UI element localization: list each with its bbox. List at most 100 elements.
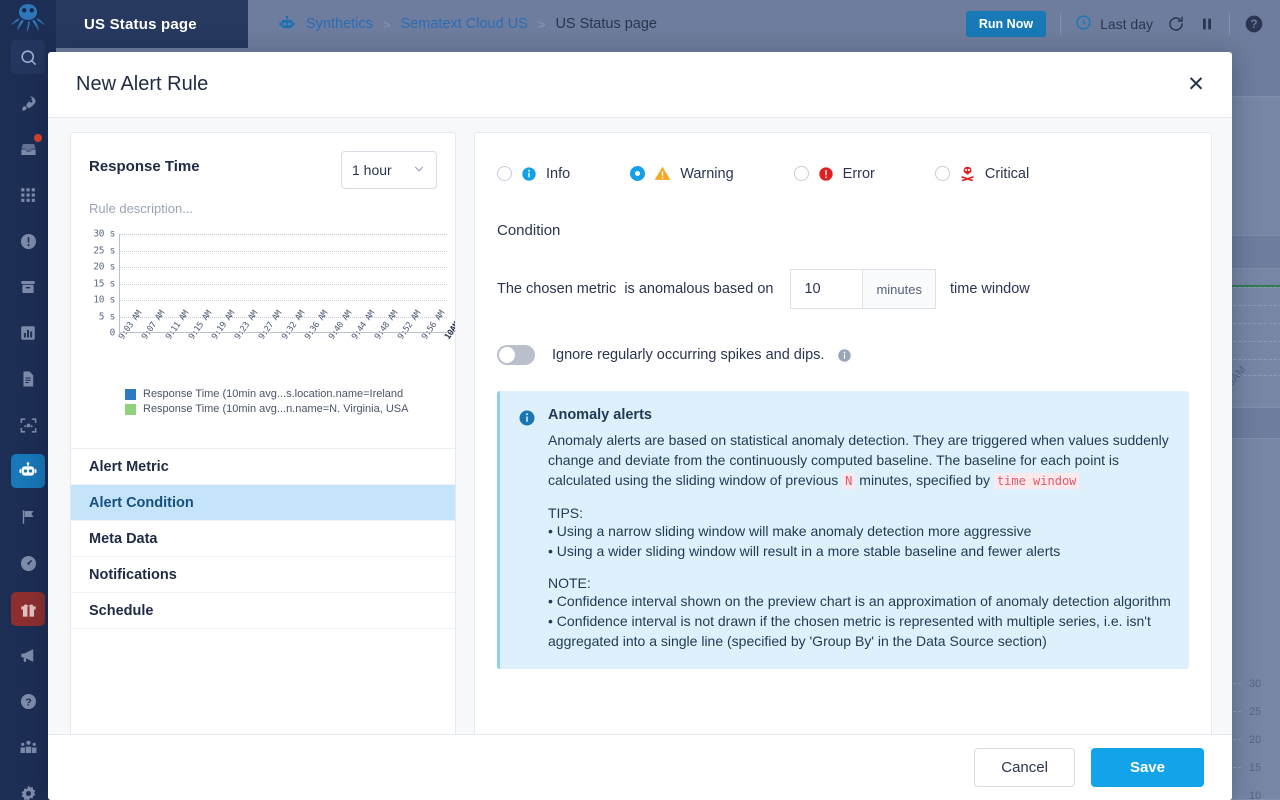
notification-badge [34,134,42,142]
condition-suffix-label: time window [950,281,1030,297]
chart-y-tick: 20 s [93,261,115,273]
refresh-button[interactable] [1167,15,1185,33]
severity-option-critical[interactable]: Critical [934,165,1029,182]
sidebar-item-reports[interactable] [11,316,45,350]
sidebar-item-synthetics[interactable] [11,454,45,488]
radio-info[interactable] [497,166,512,181]
error-circle-icon [818,166,834,182]
bar-chart-icon [19,324,37,342]
octopus-logo-icon[interactable] [0,0,56,34]
megaphone-icon [19,646,38,665]
robot-icon [278,15,296,33]
grid-apps-icon [19,186,37,204]
severity-label: Error [842,165,875,182]
sidebar-item-experience[interactable] [11,546,45,580]
info-box-paragraph: Anomaly alerts are based on statistical … [548,430,1171,491]
tip-item: • Using a wider sliding window will resu… [548,543,1061,559]
app-title: US Status page [56,0,248,48]
rule-section-schedule[interactable]: Schedule [71,593,455,629]
condition-section-title: Condition [497,222,561,239]
rule-section-label: Meta Data [89,530,158,547]
rule-summary-panel: Response Time 1 hour Rule description...… [70,132,456,734]
chart-legend-item[interactable]: Response Time (10min avg...s.location.na… [125,388,408,400]
chart-gridline [120,300,447,301]
svg-text:?: ? [25,697,31,708]
sidebar-item-archive[interactable] [11,270,45,304]
tips-label: TIPS: [548,505,584,521]
sidebar-item-search[interactable] [11,40,45,74]
code-token-time-window: time window [993,473,1080,489]
time-range-select[interactable]: 1 hour [341,151,437,189]
sidebar-item-announcements[interactable] [11,638,45,672]
close-icon[interactable]: ✕ [1182,71,1210,99]
divider [1060,13,1062,35]
people-icon [19,738,38,757]
clock-icon [1075,14,1092,34]
radio-critical[interactable] [934,166,950,181]
severity-label: Info [546,165,571,182]
time-window-input[interactable]: 10 [790,269,863,309]
rule-section-alert-condition[interactable]: Alert Condition [71,485,455,521]
time-range-label: Last day [1100,16,1153,32]
severity-option-info[interactable]: Info [497,166,570,182]
chart-x-axis: 9:03 AM 9:07 AM 9:11 AM 9:15 AM 9:19 AM 9:23 … [117,309,455,384]
chart-y-tick: 0 [109,327,116,339]
sidebar-item-logs[interactable] [11,362,45,396]
code-token-n: N [842,473,856,489]
sidebar-item-flag[interactable] [11,500,45,534]
severity-option-warning[interactable]: Warning [630,165,734,182]
run-now-button[interactable]: Run Now [965,11,1047,37]
rule-section-label: Alert Metric [89,458,169,475]
chart-gridline [120,283,447,285]
chart-legend-item[interactable]: Response Time (10min avg...n.name=N. Vir… [125,403,408,415]
sidebar-item-tracing[interactable] [11,408,45,442]
sidebar-item-apps[interactable] [11,178,45,212]
chart-plot-area [119,234,447,333]
chart-y-tick: 5 s [98,311,116,322]
save-button[interactable]: Save [1090,748,1204,787]
rule-section-meta-data[interactable]: Meta Data [71,521,455,557]
rule-section-label: Schedule [89,602,154,619]
archive-box-icon [19,278,37,296]
ignore-spikes-row: Ignore regularly occurring spikes and di… [497,345,1189,365]
radio-warning[interactable] [630,166,646,181]
rule-description-input[interactable]: Rule description... [89,201,437,216]
note-item: • Confidence interval is not drawn if th… [548,613,1151,649]
chart-gridline [120,234,447,235]
chart-gridline [120,250,447,252]
radio-error[interactable] [793,166,809,181]
robot-icon [18,461,38,481]
rule-section-notifications[interactable]: Notifications [71,557,455,593]
sidebar-item-gift[interactable] [11,592,45,626]
help-circle-icon[interactable]: ? [1244,14,1264,34]
severity-option-error[interactable]: Error [793,165,875,182]
rule-section-alert-metric[interactable]: Alert Metric [71,449,455,485]
alert-condition-panel: Info Warning Error Critical Condition The c… [474,132,1212,734]
condition-prefix-label: The chosen metric is anomalous based on [497,281,774,297]
info-circle-icon[interactable] [837,348,852,363]
time-range-picker[interactable]: Last day [1075,14,1153,34]
breadcrumb-separator: > [382,16,391,32]
pause-button[interactable] [1199,16,1215,32]
time-window-unit[interactable]: minutes [862,269,936,309]
sidebar-item-help[interactable]: ? [11,684,45,718]
chevron-down-icon [412,162,426,179]
chart-y-tick: 25 s [93,245,115,256]
chart-y-tick: 15 s [93,278,115,289]
document-icon [19,370,37,388]
time-range-select-value: 1 hour [352,162,392,178]
top-bar: US Status page Synthetics > Sematext Clo… [56,0,1280,48]
ignore-spikes-toggle[interactable] [497,345,535,365]
sidebar-item-team[interactable] [11,730,45,764]
sidebar-item-alerts[interactable] [11,224,45,258]
sidebar-item-settings[interactable] [11,776,45,800]
breadcrumb-item-sematext-cloud-us[interactable]: Sematext Cloud US [401,16,528,32]
sidebar-item-rocket[interactable] [11,86,45,120]
cancel-button[interactable]: Cancel [974,748,1075,787]
breadcrumb-item-synthetics[interactable]: Synthetics [306,16,373,32]
new-alert-rule-dialog: New Alert Rule ✕ Response Time 1 hour Ru… [48,52,1232,800]
legend-series-label: Response Time (10min avg...s.location.na… [143,388,404,400]
sidebar-item-inbox[interactable] [11,132,45,166]
dialog-footer: Cancel Save [48,734,1232,800]
breadcrumb-item-current: US Status page [555,16,658,32]
